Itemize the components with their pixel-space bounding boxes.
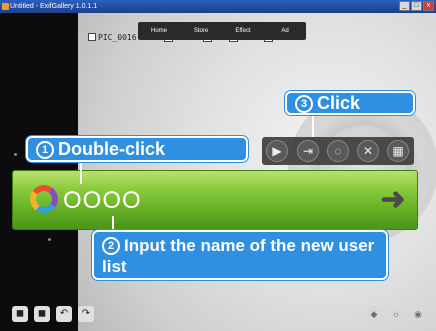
menu-effect[interactable]: Effect bbox=[222, 22, 264, 40]
list-name-input[interactable]: OOOO bbox=[63, 187, 142, 215]
close-icon[interactable]: ✕ bbox=[357, 140, 379, 162]
title-bar: Untitled - ExifGallery 1.0.1.1 _ □ x bbox=[0, 0, 436, 13]
minimize-button[interactable]: _ bbox=[399, 1, 410, 11]
undo-icon[interactable]: ↶ bbox=[56, 306, 72, 322]
settings-icon[interactable]: ◉ bbox=[410, 306, 426, 322]
menu-store[interactable]: Store bbox=[180, 22, 222, 40]
step-number: 3 bbox=[295, 95, 313, 113]
bottom-right-tools: ◆ ☼ ◉ bbox=[366, 306, 426, 322]
file-entry[interactable]: PIC_0016 bbox=[88, 33, 137, 42]
step-number: 1 bbox=[36, 141, 54, 159]
user-list-bar[interactable]: OOOO bbox=[12, 170, 418, 230]
app-window: Untitled - ExifGallery 1.0.1.1 _ □ x PIC… bbox=[0, 0, 436, 331]
brush-icon[interactable]: ◼ bbox=[12, 306, 28, 322]
file-name: PIC_0016 bbox=[98, 33, 137, 42]
step-number: 2 bbox=[102, 237, 120, 255]
menu-ad[interactable]: Ad bbox=[264, 22, 306, 40]
callout-text: Input the name of the new user list bbox=[102, 236, 375, 276]
bottom-left-tools: ◼ ◼ ↶ ↷ bbox=[12, 306, 94, 322]
callout-double-click: 1 Double-click bbox=[26, 136, 248, 162]
callout-text: Double-click bbox=[58, 139, 166, 159]
message-icon[interactable]: ◼ bbox=[34, 306, 50, 322]
window-controls: _ □ x bbox=[399, 1, 434, 11]
arrow-right-icon[interactable]: ➜ bbox=[376, 184, 410, 216]
window-title: Untitled - ExifGallery 1.0.1.1 bbox=[10, 3, 98, 10]
sidebar-dot bbox=[48, 238, 51, 241]
play-icon[interactable]: ▶ bbox=[266, 140, 288, 162]
speaker-icon[interactable]: ◆ bbox=[366, 306, 382, 322]
import-icon[interactable]: ⇥ bbox=[297, 140, 319, 162]
app-icon bbox=[2, 3, 9, 10]
redo-icon[interactable]: ↷ bbox=[78, 306, 94, 322]
menu-home[interactable]: Home bbox=[138, 22, 180, 40]
grid-icon[interactable]: ▦ bbox=[387, 140, 409, 162]
sidebar-dot bbox=[14, 153, 17, 156]
file-checkbox[interactable] bbox=[88, 33, 96, 41]
callout-text: Click bbox=[317, 93, 361, 113]
maximize-button[interactable]: □ bbox=[411, 1, 422, 11]
close-window-button[interactable]: x bbox=[423, 1, 434, 11]
callout-click: 3 Click bbox=[285, 91, 415, 115]
shape-icon[interactable]: ◌ bbox=[327, 140, 349, 162]
brightness-icon[interactable]: ☼ bbox=[388, 306, 404, 322]
top-menu: Home Store Effect Ad bbox=[138, 22, 306, 40]
callout-pointer bbox=[312, 115, 314, 137]
callout-pointer bbox=[80, 162, 82, 184]
callout-input-name: 2 Input the name of the new user list bbox=[92, 230, 388, 280]
